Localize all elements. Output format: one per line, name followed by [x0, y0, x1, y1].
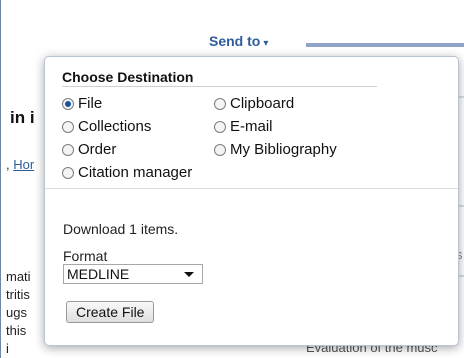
destination-label: My Bibliography [230, 141, 337, 158]
format-selected-value: MEDLINE [67, 266, 130, 282]
destination-clipboard[interactable]: Clipboard [214, 95, 294, 112]
send-to-menu[interactable]: Send to ▾ [209, 33, 268, 49]
snippet-line: i [6, 341, 9, 356]
article-title-fragment: in i [10, 108, 35, 127]
snippet-line: mati [6, 269, 31, 284]
destination-file[interactable]: File [62, 95, 102, 112]
destination-order[interactable]: Order [62, 141, 116, 158]
destination-citation-manager[interactable]: Citation manager [62, 164, 192, 181]
destination-collections[interactable]: Collections [62, 118, 151, 135]
chevron-down-icon: ▾ [263, 38, 269, 49]
window-border [0, 0, 1, 358]
destination-label: Order [78, 141, 117, 158]
header-bar [306, 43, 464, 47]
snippet-line: ugs [6, 305, 27, 320]
authors-line: , Hor [6, 157, 34, 172]
download-count-text: Download 1 items. [63, 221, 179, 237]
radio-icon[interactable] [214, 97, 226, 110]
destination-email[interactable]: E-mail [214, 118, 273, 135]
destination-label: Collections [78, 118, 152, 135]
title-divider [62, 86, 377, 87]
send-to-popup: Choose Destination File Collections Orde… [44, 56, 459, 346]
create-file-button[interactable]: Create File [66, 301, 155, 323]
format-label: Format [63, 248, 108, 264]
destination-label: Citation manager [78, 164, 193, 181]
format-select[interactable]: MEDLINE [63, 264, 203, 284]
radio-icon[interactable] [214, 120, 226, 133]
destination-label: Clipboard [230, 95, 295, 112]
radio-icon[interactable] [62, 143, 74, 156]
destination-label: File [78, 95, 103, 112]
author-link[interactable]: Hor [13, 157, 34, 172]
dropdown-arrow-icon [184, 272, 194, 277]
radio-icon[interactable] [62, 166, 74, 179]
send-to-label: Send to [209, 33, 261, 49]
snippet-line: tritis [6, 287, 30, 302]
radio-icon[interactable] [62, 120, 74, 133]
destination-my-bibliography[interactable]: My Bibliography [214, 141, 337, 158]
destination-label: E-mail [230, 118, 273, 135]
radio-icon[interactable] [214, 143, 226, 156]
popup-title: Choose Destination [62, 69, 194, 85]
radio-checked-icon[interactable] [62, 97, 74, 110]
snippet-line: this [6, 323, 27, 338]
section-divider [45, 188, 458, 189]
